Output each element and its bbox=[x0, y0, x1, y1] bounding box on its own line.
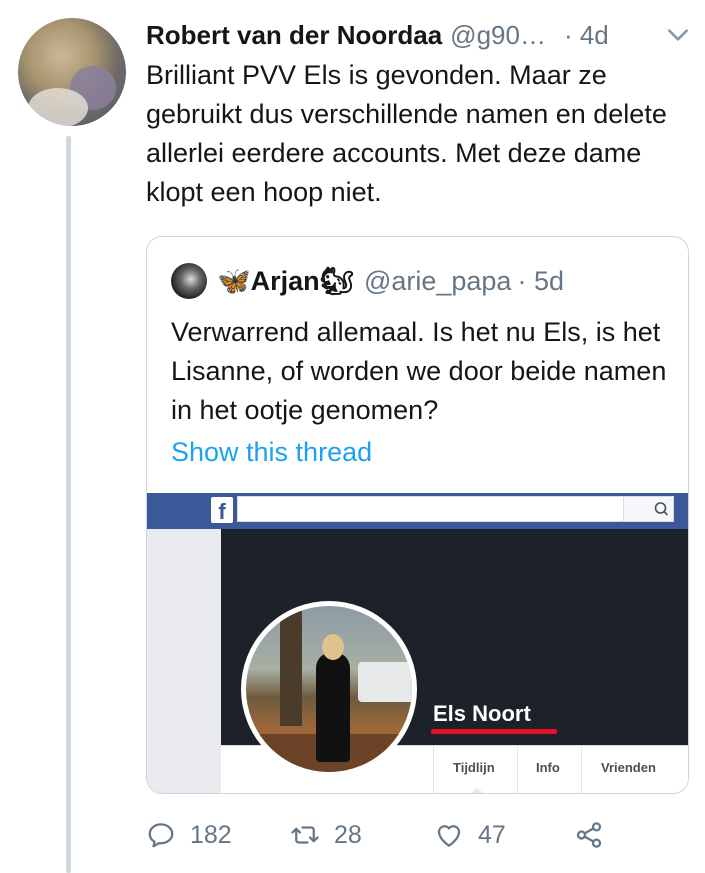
tweet-actions: 182 28 47 bbox=[146, 812, 626, 858]
retweet-icon bbox=[291, 826, 319, 844]
tweet-timestamp[interactable]: · 4d bbox=[564, 20, 609, 51]
tab-divider bbox=[517, 746, 518, 793]
photo-detail bbox=[322, 634, 344, 660]
facebook-profile-photo bbox=[241, 601, 417, 777]
quoted-author-name[interactable]: 🦋 Arjan 🐿 bbox=[217, 265, 354, 297]
tab-divider bbox=[581, 746, 582, 793]
show-thread-link[interactable]: Show this thread bbox=[171, 437, 372, 468]
author-handle[interactable]: @g90… bbox=[450, 20, 546, 51]
tab-divider bbox=[433, 746, 434, 793]
author-name[interactable]: Robert van der Noordaa bbox=[146, 20, 442, 51]
photo-detail bbox=[280, 606, 302, 726]
facebook-logo-icon: f bbox=[211, 497, 233, 524]
search-icon bbox=[623, 497, 673, 521]
facebook-tab-timeline: Tijdlijn bbox=[453, 760, 495, 775]
share-icon bbox=[576, 822, 602, 848]
retweet-count: 28 bbox=[334, 820, 362, 849]
tweet-text: Brilliant PVV Els is gevonden. Maar ze g… bbox=[146, 60, 667, 207]
active-tab-caret bbox=[469, 787, 485, 793]
share-button[interactable] bbox=[574, 812, 618, 858]
author-avatar[interactable] bbox=[18, 18, 126, 126]
like-count: 47 bbox=[478, 820, 506, 849]
like-button[interactable]: 47 bbox=[434, 812, 506, 858]
reply-button[interactable]: 182 bbox=[146, 812, 232, 858]
thread-line bbox=[66, 136, 71, 873]
facebook-profile-screenshot[interactable]: f Tijdlijn Info Vrienden Els Noort bbox=[147, 493, 688, 793]
facebook-top-bar: f bbox=[147, 493, 688, 529]
butterfly-emoji: 🦋 bbox=[217, 266, 251, 296]
facebook-tab-info: Info bbox=[536, 760, 560, 775]
quoted-tweet[interactable]: 🦋 Arjan 🐿 @arie_papa · 5d Verwarrend all… bbox=[146, 236, 689, 794]
facebook-sidebar bbox=[147, 529, 221, 793]
quoted-timestamp[interactable]: · 5d bbox=[517, 266, 564, 297]
avatar-detail bbox=[28, 88, 88, 126]
red-underline-annotation bbox=[431, 729, 557, 734]
facebook-search-field bbox=[237, 496, 674, 522]
quoted-author-name-text: Arjan bbox=[250, 265, 320, 296]
quoted-tweet-text: Verwarrend allemaal. Is het nu Els, is h… bbox=[171, 317, 667, 425]
chevron-down-icon[interactable] bbox=[665, 22, 691, 48]
quoted-tweet-header: 🦋 Arjan 🐿 @arie_papa · 5d bbox=[171, 263, 564, 299]
chipmunk-emoji: 🐿 bbox=[319, 266, 354, 296]
facebook-profile-name: Els Noort bbox=[433, 701, 531, 726]
photo-detail bbox=[358, 662, 412, 702]
tweet-header: Robert van der Noordaa @g90… · 4d bbox=[146, 18, 691, 52]
quoted-author-avatar[interactable] bbox=[171, 263, 207, 299]
photo-detail bbox=[316, 652, 350, 762]
retweet-button[interactable]: 28 bbox=[290, 812, 362, 858]
heart-icon bbox=[437, 825, 461, 847]
reply-icon bbox=[148, 823, 174, 848]
quoted-author-handle[interactable]: @arie_papa bbox=[364, 266, 512, 297]
facebook-tab-friends: Vrienden bbox=[601, 760, 656, 775]
reply-count: 182 bbox=[190, 820, 232, 849]
